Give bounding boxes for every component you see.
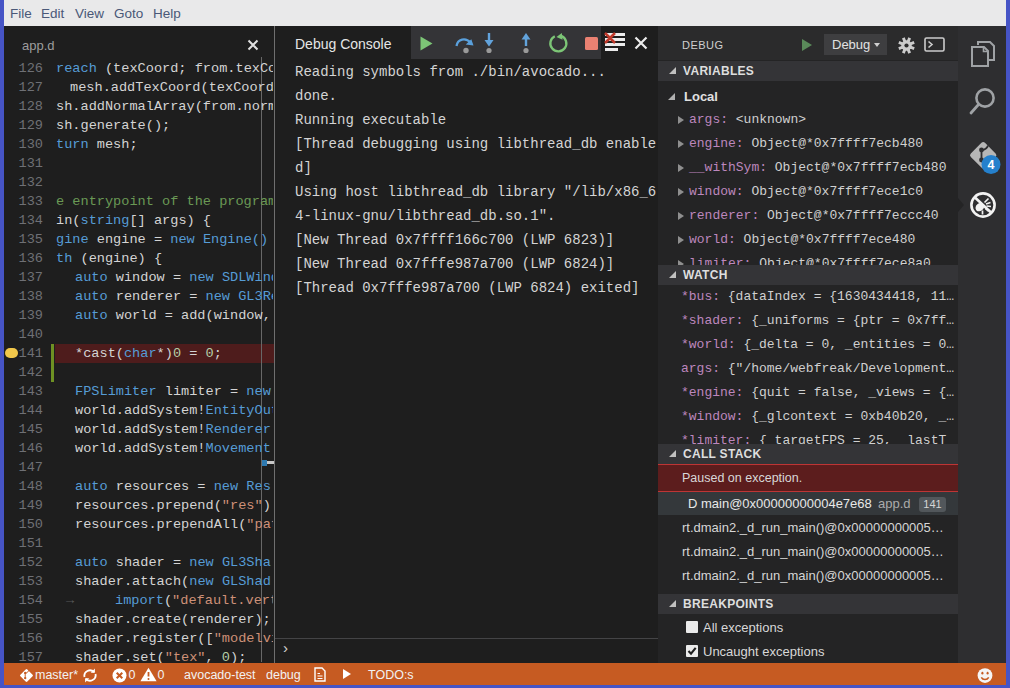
svg-text:4: 4: [988, 158, 995, 172]
